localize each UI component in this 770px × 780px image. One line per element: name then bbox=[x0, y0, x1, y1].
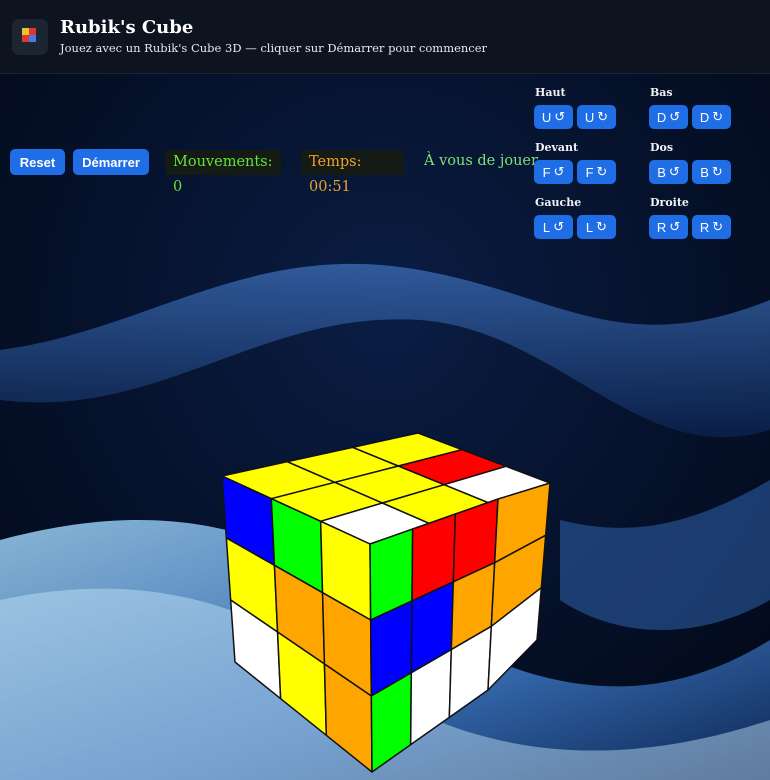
rubiks-cube-3d[interactable] bbox=[0, 0, 770, 780]
